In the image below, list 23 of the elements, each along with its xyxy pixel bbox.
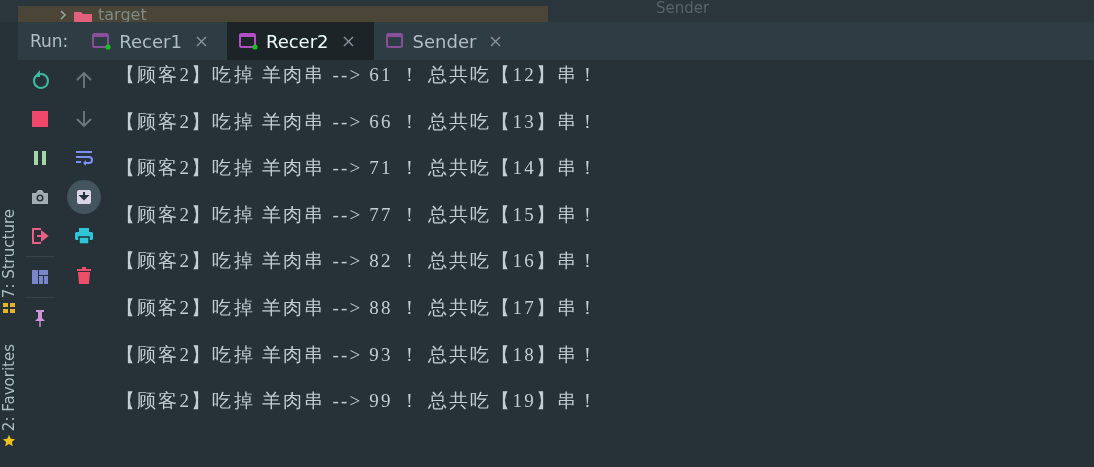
toggled-scroll-to-end-icon[interactable] — [67, 180, 101, 214]
star-icon — [3, 435, 15, 447]
run-label: Run: — [29, 31, 70, 51]
console-line: 【顾客2】吃掉 羊肉串 --> 88 ！ 总共吃【17】串！ — [116, 295, 600, 320]
run-tab[interactable]: Recer2 — [226, 22, 374, 60]
console-line: 【顾客2】吃掉 羊肉串 --> 66 ！ 总共吃【13】串！ — [116, 109, 600, 134]
window-icon — [92, 32, 112, 50]
structure-icon — [3, 301, 15, 314]
close-icon[interactable] — [195, 35, 207, 47]
console-line: 【顾客2】吃掉 羊肉串 --> 93 ！ 总共吃【18】串！ — [116, 342, 600, 367]
run-tab[interactable]: Recer1 — [80, 22, 227, 60]
console-line: 【顾客2】吃掉 羊肉串 --> 77 ！ 总共吃【15】串！ — [116, 202, 600, 227]
console-line: 【顾客2】吃掉 羊肉串 --> 61 ！ 总共吃【12】串！ — [116, 63, 600, 87]
tool-window-button[interactable]: 2: Favorites — [0, 343, 18, 447]
console-line: 【顾客2】吃掉 羊肉串 --> 71 ！ 总共吃【14】串！ — [116, 156, 600, 181]
window-icon — [238, 32, 258, 50]
tool-window-button[interactable]: 7: Structure — [0, 208, 18, 314]
close-icon[interactable] — [342, 35, 354, 47]
close-icon[interactable] — [490, 35, 502, 47]
console-line: 【顾客2】吃掉 羊肉串 --> 99 ！ 总共吃【19】串！ — [116, 389, 600, 414]
run-tab[interactable]: Sender — [373, 22, 522, 60]
console-line: 【顾客2】吃掉 羊肉串 --> 82 ！ 总共吃【16】串！ — [116, 249, 600, 274]
window-icon — [385, 32, 405, 50]
